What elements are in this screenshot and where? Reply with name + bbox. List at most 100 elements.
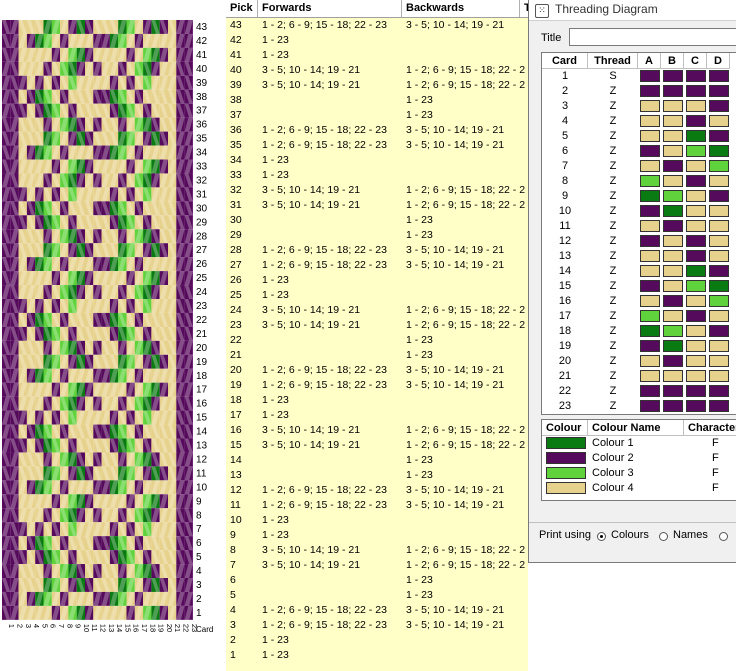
hole-colour-swatch[interactable] xyxy=(686,115,706,127)
window-titlebar[interactable]: ⁙ Threading Diagram xyxy=(529,0,736,21)
pick-row[interactable]: 42 1 - 23 xyxy=(226,33,528,48)
hole-colour-swatch[interactable] xyxy=(686,370,706,382)
hole-colour-swatch[interactable] xyxy=(640,175,660,187)
card-row[interactable]: 12 Z xyxy=(542,234,736,249)
hole-colour-swatch[interactable] xyxy=(640,325,660,337)
hole-colour-swatch[interactable] xyxy=(663,295,683,307)
hole-colour-swatch[interactable] xyxy=(709,310,729,322)
hole-colour-swatch[interactable] xyxy=(640,265,660,277)
card-row[interactable]: 6Z xyxy=(542,144,736,159)
hole-colour-swatch[interactable] xyxy=(663,115,683,127)
hole-colour-swatch[interactable] xyxy=(686,295,706,307)
hole-colour-swatch[interactable] xyxy=(663,280,683,292)
hole-colour-swatch[interactable] xyxy=(640,100,660,112)
card-thread-direction[interactable]: Z xyxy=(588,339,638,354)
hole-colour-swatch[interactable] xyxy=(709,190,729,202)
hole-colour-swatch[interactable] xyxy=(686,85,706,97)
hole-colour-swatch[interactable] xyxy=(640,355,660,367)
card-thread-direction[interactable]: Z xyxy=(588,264,638,279)
card-row[interactable]: 7Z xyxy=(542,159,736,174)
hole-colour-swatch[interactable] xyxy=(663,385,683,397)
colour-row[interactable]: Colour 4 F xyxy=(542,481,736,496)
hole-colour-swatch[interactable] xyxy=(686,130,706,142)
card-thread-direction[interactable]: Z xyxy=(588,189,638,204)
hole-colour-swatch[interactable] xyxy=(709,265,729,277)
hole-colour-swatch[interactable] xyxy=(663,145,683,157)
card-row[interactable]: 18 Z xyxy=(542,324,736,339)
header-backwards[interactable]: Backwards xyxy=(402,0,520,17)
colour-row[interactable]: Colour 1 F xyxy=(542,436,736,451)
hole-colour-swatch[interactable] xyxy=(709,220,729,232)
card-thread-direction[interactable]: Z xyxy=(588,294,638,309)
hole-colour-swatch[interactable] xyxy=(663,250,683,262)
card-row[interactable]: 17 Z xyxy=(542,309,736,324)
print-other-radio[interactable] xyxy=(719,532,728,541)
pick-row[interactable]: 19 1 - 2; 6 - 9; 15 - 18; 22 - 23 3 - 5; 1… xyxy=(226,378,528,393)
header-pick[interactable]: Pick xyxy=(226,0,258,17)
card-thread-direction[interactable]: Z xyxy=(588,129,638,144)
card-row[interactable]: 9Z xyxy=(542,189,736,204)
print-colours-radio[interactable] xyxy=(597,532,606,541)
hole-colour-swatch[interactable] xyxy=(686,160,706,172)
pick-row[interactable]: 4 1 - 2; 6 - 9; 15 - 18; 22 - 23 3 - 5; 10… xyxy=(226,603,528,618)
hole-colour-swatch[interactable] xyxy=(663,205,683,217)
pick-row[interactable]: 24 3 - 5; 10 - 14; 19 - 21 1 - 2; 6 - 9; 1… xyxy=(226,303,528,318)
pick-row[interactable]: 41 1 - 23 xyxy=(226,48,528,63)
hole-colour-swatch[interactable] xyxy=(709,355,729,367)
pick-row[interactable]: 6 1 - 23 xyxy=(226,573,528,588)
hole-colour-swatch[interactable] xyxy=(686,280,706,292)
hole-colour-swatch[interactable] xyxy=(640,70,660,82)
pick-row[interactable]: 25 1 - 23 xyxy=(226,288,528,303)
card-row[interactable]: 10 Z xyxy=(542,204,736,219)
hole-colour-swatch[interactable] xyxy=(709,175,729,187)
hole-colour-swatch[interactable] xyxy=(640,115,660,127)
card-row[interactable]: 2Z xyxy=(542,84,736,99)
hole-colour-swatch[interactable] xyxy=(709,130,729,142)
pick-row[interactable]: 11 1 - 2; 6 - 9; 15 - 18; 22 - 23 3 - 5; 1… xyxy=(226,498,528,513)
hole-colour-swatch[interactable] xyxy=(663,310,683,322)
hole-colour-swatch[interactable] xyxy=(709,70,729,82)
card-row[interactable]: 5Z xyxy=(542,129,736,144)
hole-colour-swatch[interactable] xyxy=(663,355,683,367)
card-row[interactable]: 3Z xyxy=(542,99,736,114)
hole-colour-swatch[interactable] xyxy=(709,295,729,307)
card-thread-direction[interactable]: Z xyxy=(588,234,638,249)
pick-row[interactable]: 13 1 - 23 xyxy=(226,468,528,483)
card-row[interactable]: 13 Z xyxy=(542,249,736,264)
pick-row[interactable]: 15 3 - 5; 10 - 14; 19 - 21 1 - 2; 6 - 9; 1… xyxy=(226,438,528,453)
hole-colour-swatch[interactable] xyxy=(709,85,729,97)
pick-row[interactable]: 1 1 - 23 xyxy=(226,648,528,663)
pick-row[interactable]: 37 1 - 23 xyxy=(226,108,528,123)
pick-row[interactable]: 16 3 - 5; 10 - 14; 19 - 21 1 - 2; 6 - 9; 1… xyxy=(226,423,528,438)
pick-row[interactable]: 20 1 - 2; 6 - 9; 15 - 18; 22 - 23 3 - 5; 1… xyxy=(226,363,528,378)
card-thread-direction[interactable]: S xyxy=(588,69,638,84)
pick-row[interactable]: 38 1 - 23 xyxy=(226,93,528,108)
print-names-radio[interactable] xyxy=(659,532,668,541)
colour-swatch[interactable] xyxy=(546,467,586,479)
card-thread-direction[interactable]: Z xyxy=(588,279,638,294)
hole-colour-swatch[interactable] xyxy=(640,205,660,217)
colour-row[interactable]: Colour 3 F xyxy=(542,466,736,481)
card-thread-direction[interactable]: Z xyxy=(588,174,638,189)
hole-colour-swatch[interactable] xyxy=(663,325,683,337)
card-row[interactable]: 22 Z xyxy=(542,384,736,399)
hole-colour-swatch[interactable] xyxy=(663,235,683,247)
card-row[interactable]: 14 Z xyxy=(542,264,736,279)
hole-colour-swatch[interactable] xyxy=(640,340,660,352)
card-thread-direction[interactable]: Z xyxy=(588,204,638,219)
hole-colour-swatch[interactable] xyxy=(686,205,706,217)
card-thread-direction[interactable]: Z xyxy=(588,354,638,369)
card-row[interactable]: 11 Z xyxy=(542,219,736,234)
colour-swatch[interactable] xyxy=(546,437,586,449)
pick-row[interactable]: 43 1 - 2; 6 - 9; 15 - 18; 22 - 23 3 - 5; 1… xyxy=(226,18,528,33)
hole-colour-swatch[interactable] xyxy=(640,160,660,172)
pick-row[interactable]: 18 1 - 23 xyxy=(226,393,528,408)
pick-row[interactable]: 28 1 - 2; 6 - 9; 15 - 18; 22 - 23 3 - 5; 1… xyxy=(226,243,528,258)
card-thread-direction[interactable]: Z xyxy=(588,84,638,99)
pick-row[interactable]: 26 1 - 23 xyxy=(226,273,528,288)
hole-colour-swatch[interactable] xyxy=(663,85,683,97)
hole-colour-swatch[interactable] xyxy=(640,295,660,307)
pick-row[interactable]: 39 3 - 5; 10 - 14; 19 - 21 1 - 2; 6 - 9; 1… xyxy=(226,78,528,93)
card-thread-direction[interactable]: Z xyxy=(588,369,638,384)
hole-colour-swatch[interactable] xyxy=(686,175,706,187)
